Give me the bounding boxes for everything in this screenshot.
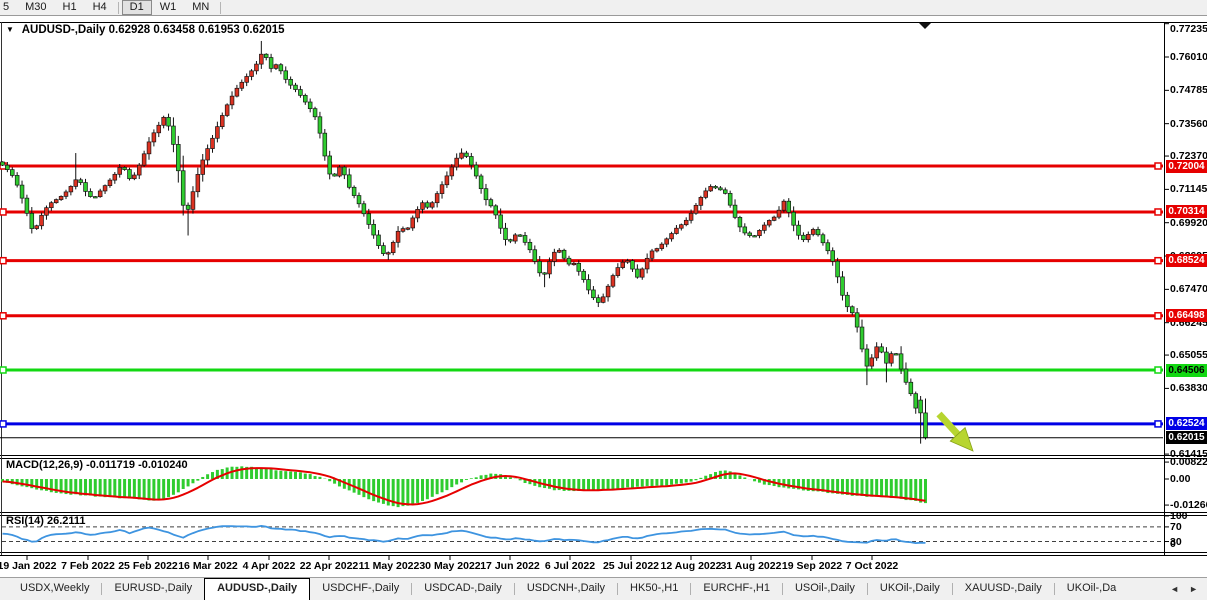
tab-usdcad-daily[interactable]: USDCAD-,Daily	[412, 578, 514, 600]
hline-price-label: 0.62524	[1166, 417, 1207, 430]
tab-ukoil-da[interactable]: UKOil-,Da	[1055, 578, 1129, 600]
line-drag-handle[interactable]	[1155, 209, 1161, 215]
horizontal-line[interactable]	[0, 258, 1163, 264]
rsi-axis-label: 0	[1170, 538, 1176, 550]
macd-axis-label: 0.00	[1170, 473, 1190, 485]
price-axis-label: 0.74785	[1170, 84, 1207, 96]
current-price-label: 0.62015	[1166, 431, 1207, 444]
price-axis-label: 0.67470	[1170, 283, 1207, 295]
price-axis-label: 0.71145	[1170, 183, 1207, 195]
tab-scroll-left-icon[interactable]: ◄	[1165, 584, 1184, 594]
line-drag-handle[interactable]	[1155, 421, 1161, 427]
date-axis-label: 6 Jul 2022	[538, 560, 602, 572]
tab-xauusd-daily[interactable]: XAUUSD-,Daily	[953, 578, 1054, 600]
line-drag-handle[interactable]	[1155, 313, 1161, 319]
date-axis-label: 11 May 2022	[357, 560, 421, 572]
price-axis-label: 0.69920	[1170, 217, 1207, 229]
date-axis-label: 19 Sep 2022	[780, 560, 844, 572]
date-axis-label: 7 Feb 2022	[56, 560, 120, 572]
bar-open-value: 0.62928	[109, 24, 151, 36]
tab-audusd-daily[interactable]: AUDUSD-,Daily	[204, 578, 310, 600]
hline-price-label: 0.68524	[1166, 254, 1207, 267]
hline-price-label: 0.66498	[1166, 309, 1207, 322]
rsi-line	[3, 526, 926, 543]
candlestick-series	[1, 41, 928, 444]
date-axis-label: 25 Jul 2022	[599, 560, 663, 572]
date-axis-label: 25 Feb 2022	[116, 560, 180, 572]
bar-close-value: 0.62015	[243, 24, 285, 36]
macd-signal-line	[3, 468, 926, 504]
price-axis-label: 0.77235	[1170, 23, 1207, 35]
tab-usdcnh-daily[interactable]: USDCNH-,Daily	[515, 578, 617, 600]
tab-usoil-daily[interactable]: USOil-,Daily	[783, 578, 867, 600]
date-axis-label: 4 Apr 2022	[237, 560, 301, 572]
tab-hk50-h1[interactable]: HK50-,H1	[618, 578, 690, 600]
rsi-indicator-label: RSI(14) 26.2111	[6, 515, 86, 527]
date-axis-label: 17 Jun 2022	[478, 560, 542, 572]
line-drag-handle[interactable]	[0, 421, 6, 427]
price-axis-label: 0.76010	[1170, 51, 1207, 63]
tab-usdx-weekly[interactable]: USDX,Weekly	[8, 578, 101, 600]
horizontal-line[interactable]	[0, 209, 1163, 215]
hline-price-label: 0.72004	[1166, 160, 1207, 173]
date-axis-label: 16 Mar 2022	[176, 560, 240, 572]
chart-tab-bar: USDX,WeeklyEURUSD-,DailyAUDUSD-,DailyUSD…	[0, 577, 1207, 600]
line-drag-handle[interactable]	[1155, 163, 1161, 169]
date-axis-label: 12 Aug 2022	[659, 560, 723, 572]
line-drag-handle[interactable]	[1155, 258, 1161, 264]
line-drag-handle[interactable]	[1155, 367, 1161, 373]
hline-price-label: 0.70314	[1166, 205, 1207, 218]
horizontal-line[interactable]	[0, 367, 1163, 373]
bar-high-value: 0.63458	[153, 24, 195, 36]
tab-ukoil-daily[interactable]: UKOil-,Daily	[868, 578, 952, 600]
tab-scroll-right-icon[interactable]: ►	[1184, 584, 1203, 594]
chevron-down-icon[interactable]: ▼	[6, 25, 14, 34]
tab-usdchf-daily[interactable]: USDCHF-,Daily	[310, 578, 411, 600]
chart-symbol: AUDUSD-,Daily	[22, 24, 106, 36]
tab-eurusd-daily[interactable]: EURUSD-,Daily	[102, 578, 204, 600]
date-axis-label: 19 Jan 2022	[0, 560, 59, 572]
down-arrow-annotation[interactable]	[939, 414, 973, 451]
hline-price-label: 0.64506	[1166, 364, 1207, 377]
tab-scroll-controls: ◄►	[1165, 578, 1207, 600]
horizontal-line[interactable]	[0, 421, 1163, 427]
chart-plot-area[interactable]	[0, 0, 1207, 600]
chart-title: ▼ AUDUSD-,Daily 0.62928 0.63458 0.61953 …	[6, 24, 285, 36]
line-drag-handle[interactable]	[0, 313, 6, 319]
date-axis-label: 22 Apr 2022	[297, 560, 361, 572]
line-drag-handle[interactable]	[0, 258, 6, 264]
macd-indicator-label: MACD(12,26,9) -0.011719 -0.010240	[6, 459, 188, 471]
horizontal-line[interactable]	[0, 313, 1163, 319]
rsi-axis-label: 70	[1170, 521, 1182, 533]
bar-low-value: 0.61953	[198, 24, 240, 36]
macd-histogram	[3, 466, 926, 507]
price-axis-label: 0.63830	[1170, 382, 1207, 394]
line-drag-handle[interactable]	[0, 367, 6, 373]
terminal-window: 5M30H1H4D1W1MN ▼ AUDUSD-,Daily 0.62928 0…	[0, 0, 1207, 600]
date-axis-label: 7 Oct 2022	[840, 560, 904, 572]
date-axis-label: 30 May 2022	[418, 560, 482, 572]
tab-eurchf-h1[interactable]: EURCHF-,H1	[691, 578, 782, 600]
price-axis-label: 0.73560	[1170, 118, 1207, 130]
chart-shift-marker-icon	[919, 23, 931, 29]
macd-axis-label: 0.008223	[1170, 456, 1207, 468]
line-drag-handle[interactable]	[0, 209, 6, 215]
horizontal-line[interactable]	[0, 163, 1163, 169]
price-axis-label: 0.65055	[1170, 349, 1207, 361]
date-axis-label: 31 Aug 2022	[719, 560, 783, 572]
